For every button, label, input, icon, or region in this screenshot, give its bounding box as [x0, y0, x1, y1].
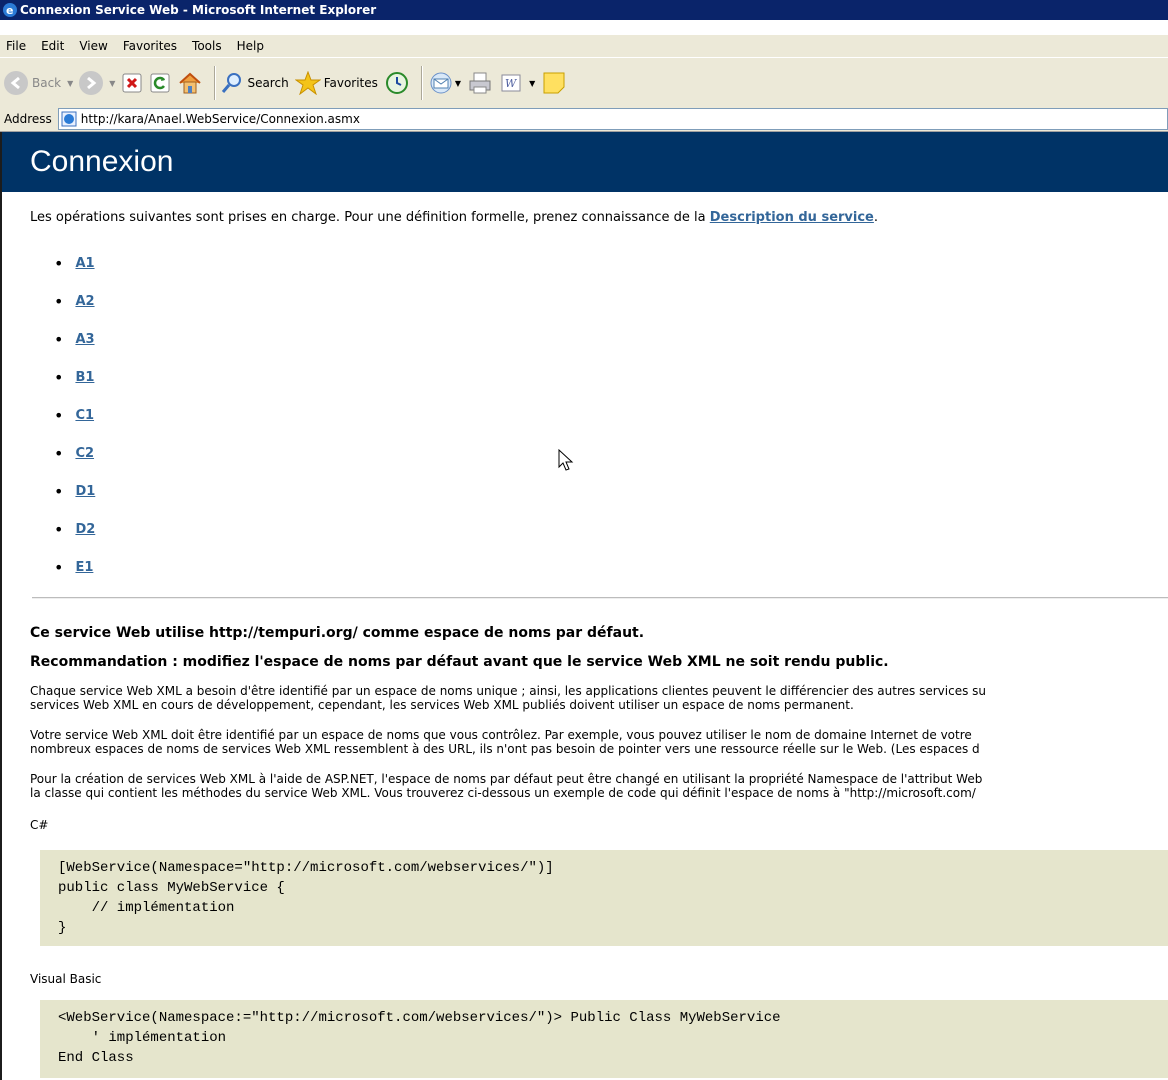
word-icon: W: [501, 74, 521, 92]
address-bar: Address http://kara/Anael.WebService/Con…: [0, 107, 1168, 132]
operations-list: A1 A2 A3 B1 C1 C2 D1 D2 E1: [54, 244, 95, 586]
list-item: C1: [54, 396, 95, 434]
intro-text: Les opérations suivantes sont prises en …: [30, 210, 710, 225]
operation-link-a3[interactable]: A3: [75, 332, 94, 347]
list-item: A2: [54, 282, 95, 320]
toolbar: Back ▼ ▼ Search Favorites ▼ W ▼: [0, 57, 1168, 109]
menu-tools[interactable]: Tools: [186, 39, 231, 53]
search-label: Search: [247, 76, 289, 90]
back-button[interactable]: Back ▼: [4, 71, 73, 95]
list-item: C2: [54, 434, 95, 472]
mouse-pointer-icon: [558, 448, 576, 477]
paragraph-1-line-2: services Web XML en cours de développeme…: [30, 698, 854, 712]
home-icon: [179, 72, 202, 94]
paragraph-2-line-1: Votre service Web XML doit être identifi…: [30, 728, 972, 742]
csharp-label: C#: [30, 818, 49, 832]
window-title: Connexion Service Web - Microsoft Intern…: [20, 3, 377, 17]
paragraph-3-line-1: Pour la création de services Web XML à l…: [30, 772, 983, 786]
csharp-code-block: [WebService(Namespace="http://microsoft.…: [40, 850, 1168, 946]
search-icon: [222, 73, 242, 93]
window-titlebar: e Connexion Service Web - Microsoft Inte…: [0, 0, 1168, 20]
divider: [32, 597, 1168, 599]
forward-dropdown-icon[interactable]: ▼: [109, 79, 115, 88]
refresh-icon: [150, 73, 170, 93]
forward-arrow-icon: [79, 71, 104, 95]
vb-label: Visual Basic: [30, 972, 102, 986]
address-url: http://kara/Anael.WebService/Connexion.a…: [80, 112, 360, 126]
operation-link-a2[interactable]: A2: [75, 294, 94, 309]
list-item: A3: [54, 320, 95, 358]
namespace-notice: Ce service Web utilise http://tempuri.or…: [30, 625, 645, 641]
list-item: D2: [54, 510, 95, 548]
page-icon: [61, 111, 77, 127]
page-heading: Connexion: [2, 132, 1168, 192]
back-label: Back: [32, 76, 62, 90]
operation-link-d1[interactable]: D1: [75, 484, 95, 499]
menu-file[interactable]: File: [0, 39, 35, 53]
print-icon: [469, 72, 491, 94]
operation-link-c1[interactable]: C1: [75, 408, 94, 423]
list-item: E1: [54, 548, 95, 586]
page-content: Connexion Les opérations suivantes sont …: [0, 132, 1168, 1080]
print-button[interactable]: [467, 71, 493, 95]
mail-icon: [430, 72, 452, 94]
back-dropdown-icon[interactable]: ▼: [67, 79, 73, 88]
stop-icon: [122, 73, 142, 93]
paragraph-1-line-1: Chaque service Web XML a besoin d'être i…: [30, 684, 986, 698]
intro-end: .: [873, 210, 879, 225]
menu-help[interactable]: Help: [231, 39, 273, 53]
svg-text:e: e: [6, 4, 13, 17]
search-button[interactable]: Search: [220, 71, 289, 95]
mail-dropdown-icon[interactable]: ▼: [455, 79, 461, 88]
menu-favorites[interactable]: Favorites: [117, 39, 186, 53]
list-item: D1: [54, 472, 95, 510]
svg-text:W: W: [505, 77, 518, 90]
operation-link-b1[interactable]: B1: [75, 370, 94, 385]
favorites-button[interactable]: Favorites: [294, 71, 378, 95]
intro-paragraph: Les opérations suivantes sont prises en …: [30, 210, 878, 225]
sticky-note-icon: [543, 72, 565, 94]
refresh-button[interactable]: [149, 72, 171, 94]
paragraph-3-line-2: la classe qui contient les méthodes du s…: [30, 786, 976, 800]
list-item: A1: [54, 244, 95, 282]
menu-view[interactable]: View: [73, 39, 116, 53]
mail-button[interactable]: ▼: [427, 71, 461, 95]
edit-dropdown-icon[interactable]: ▼: [529, 79, 535, 88]
operation-link-c2[interactable]: C2: [75, 446, 94, 461]
paragraph-2-line-2: nombreux espaces de noms de services Web…: [30, 742, 980, 756]
address-field[interactable]: http://kara/Anael.WebService/Connexion.a…: [57, 108, 1168, 130]
stop-button[interactable]: [121, 72, 143, 94]
menu-edit[interactable]: Edit: [35, 39, 73, 53]
history-button[interactable]: [384, 70, 410, 96]
ie-logo-icon: e: [2, 2, 18, 18]
forward-button[interactable]: ▼: [79, 71, 115, 95]
notes-button[interactable]: [541, 70, 567, 96]
address-label: Address: [4, 112, 52, 126]
back-arrow-icon: [4, 71, 28, 95]
operation-link-e1[interactable]: E1: [75, 560, 93, 575]
service-description-link[interactable]: Description du service: [710, 210, 874, 225]
favorites-label: Favorites: [323, 76, 378, 90]
edit-word-button[interactable]: W ▼: [499, 72, 535, 94]
toolbar-separator: [420, 66, 422, 100]
history-icon: [385, 72, 408, 94]
menu-bar: File Edit View Favorites Tools Help: [0, 35, 1168, 57]
favorites-star-icon: [294, 71, 321, 95]
list-item: B1: [54, 358, 95, 396]
operation-link-a1[interactable]: A1: [75, 256, 94, 271]
home-button[interactable]: [177, 71, 203, 95]
operation-link-d2[interactable]: D2: [75, 522, 95, 537]
recommendation-notice: Recommandation : modifiez l'espace de no…: [30, 654, 889, 670]
vb-code-block: <WebService(Namespace:="http://microsoft…: [40, 1000, 1168, 1078]
toolbar-separator: [214, 66, 216, 100]
